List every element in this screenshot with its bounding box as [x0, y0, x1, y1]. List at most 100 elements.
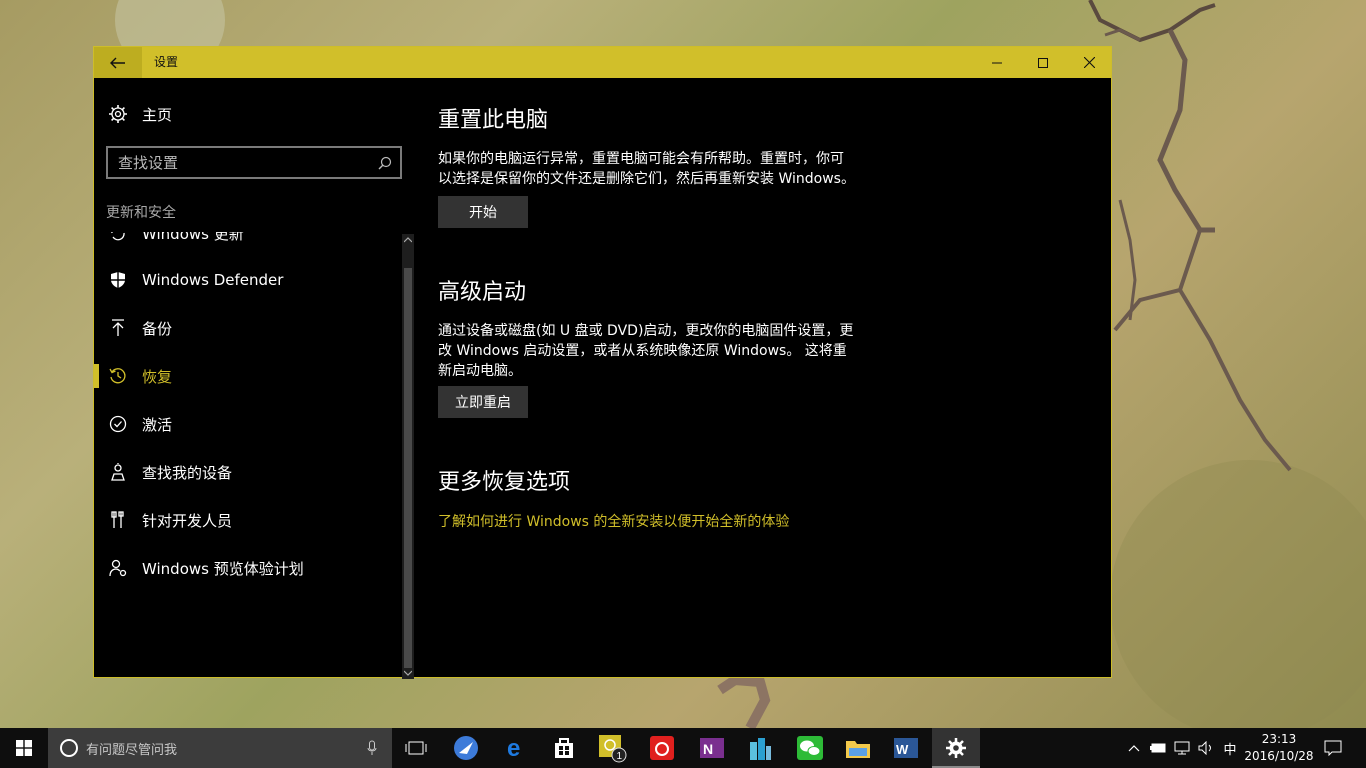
sidebar-item-label: 针对开发人员	[142, 511, 233, 530]
settings-icon	[946, 738, 966, 758]
advanced-startup-title: 高级启动	[438, 280, 527, 305]
taskbar-app-edge[interactable]: e	[492, 728, 540, 768]
speaker-icon	[1198, 741, 1211, 755]
advanced-startup-description: 通过设备或磁盘(如 U 盘或 DVD)启动，更改你的电脑固件设置，更 改 Win…	[438, 321, 888, 381]
task-view-button[interactable]	[392, 728, 440, 768]
reset-start-button[interactable]: 开始	[438, 196, 528, 228]
sidebar-item-find-my-device[interactable]: 查找我的设备	[94, 448, 402, 496]
sidebar-item-label: Windows 更新	[142, 232, 244, 243]
person-settings-icon	[108, 558, 128, 578]
restart-now-button[interactable]: 立即重启	[438, 386, 528, 418]
battery-icon	[1150, 743, 1166, 753]
volume-indicator[interactable]	[1196, 728, 1216, 768]
check-circle-icon	[108, 414, 128, 434]
clock[interactable]: 23:13 2016/10/28	[1238, 731, 1320, 765]
city-app-icon	[750, 738, 771, 760]
section-label: 更新和安全	[106, 205, 176, 221]
reset-title: 重置此电脑	[438, 108, 549, 133]
qq-badge: 1	[617, 751, 623, 762]
netease-music-icon	[650, 736, 674, 760]
sidebar-item-label: 备份	[142, 319, 173, 338]
sidebar-item-label: 恢复	[142, 367, 173, 386]
taskbar-search[interactable]: 有问题尽管问我	[48, 728, 392, 768]
notification-icon	[1324, 740, 1342, 756]
sidebar-item-label: Windows 预览体验计划	[142, 559, 304, 578]
start-button[interactable]	[0, 728, 48, 768]
reset-description-line2: 以选择是保留你的文件还是删除它们，然后再重新安装 Windows。	[438, 171, 855, 187]
battery-indicator[interactable]	[1148, 728, 1168, 768]
sidebar: 主页 更新和安全 Windows 更新 Windows Defender	[94, 78, 414, 677]
taskbar-app-store[interactable]	[540, 728, 588, 768]
clock-date: 2016/10/28	[1244, 749, 1314, 763]
window-title: 设置	[154, 55, 179, 69]
more-options-title: 更多恢复选项	[438, 470, 571, 495]
settings-window: 设置 主页 更新和安全	[93, 46, 1112, 679]
developer-tools-icon	[108, 510, 128, 530]
fresh-install-link[interactable]: 了解如何进行 Windows 的全新安装以便开始全新的体验	[438, 511, 789, 531]
svg-text:N: N	[703, 741, 713, 757]
file-explorer-icon	[846, 741, 870, 758]
sidebar-item-for-developers[interactable]: 针对开发人员	[94, 496, 402, 544]
search-icon[interactable]	[370, 156, 400, 170]
ime-indicator[interactable]: 中	[1220, 728, 1240, 768]
taskbar-app-onenote[interactable]: N	[688, 728, 736, 768]
sidebar-item-windows-defender[interactable]: Windows Defender	[94, 256, 402, 304]
microphone-icon[interactable]	[352, 740, 392, 756]
person-location-icon	[108, 462, 128, 482]
upload-arrow-icon	[108, 318, 128, 338]
minimize-icon	[992, 62, 1002, 63]
taskbar-app-word[interactable]: W	[882, 728, 930, 768]
reset-description-line1: 如果你的电脑运行异常，重置电脑可能会有所帮助。重置时，你可	[438, 151, 844, 167]
cortana-icon	[60, 739, 78, 757]
settings-search[interactable]	[106, 146, 402, 179]
advanced-description-line2: 改 Windows 启动设置，或者从系统映像还原 Windows。 这将重	[438, 343, 847, 359]
minimize-button[interactable]	[974, 47, 1020, 78]
sidebar-item-windows-update[interactable]: Windows 更新	[94, 232, 402, 257]
scroll-down-icon[interactable]	[402, 667, 414, 679]
title-bar[interactable]: 设置	[94, 47, 1111, 78]
nav-list: Windows 更新 Windows Defender 备份 恢复 激活 查找我…	[94, 232, 402, 677]
search-input[interactable]	[108, 148, 370, 177]
advanced-description-line1: 通过设备或磁盘(如 U 盘或 DVD)启动，更改你的电脑固件设置，更	[438, 323, 854, 339]
action-center-button[interactable]	[1320, 728, 1346, 768]
home-label: 主页	[142, 105, 173, 124]
close-button[interactable]	[1066, 47, 1112, 78]
taskbar-search-placeholder: 有问题尽管问我	[86, 742, 178, 758]
network-indicator[interactable]	[1172, 728, 1192, 768]
network-icon	[1174, 741, 1190, 755]
scroll-up-icon[interactable]	[402, 234, 414, 246]
arrow-left-icon	[110, 57, 125, 68]
qq-icon: 1	[599, 735, 627, 763]
taskbar-app-wechat[interactable]	[786, 728, 834, 768]
back-button[interactable]	[94, 47, 142, 78]
windows-logo-icon	[16, 740, 32, 756]
taskbar-app-netease-music[interactable]	[638, 728, 686, 768]
taskbar-app-browser[interactable]	[442, 728, 490, 768]
gear-icon	[109, 105, 127, 123]
maximize-button[interactable]	[1020, 47, 1066, 78]
wechat-icon	[797, 736, 823, 760]
selection-indicator	[94, 364, 99, 388]
sidebar-item-insider-program[interactable]: Windows 预览体验计划	[94, 544, 402, 592]
sidebar-item-label: 查找我的设备	[142, 463, 233, 482]
sidebar-scrollbar[interactable]	[402, 234, 414, 679]
history-icon	[108, 366, 128, 386]
maximize-icon	[1038, 57, 1048, 68]
sidebar-item-activation[interactable]: 激活	[94, 400, 402, 448]
taskbar: 有问题尽管问我 e 1 N W 中 23:13 2016/10/28	[0, 728, 1366, 768]
taskbar-app-qq[interactable]: 1	[588, 728, 636, 768]
store-icon	[555, 738, 573, 758]
svg-text:e: e	[507, 736, 520, 760]
sidebar-item-backup[interactable]: 备份	[94, 304, 402, 352]
scroll-thumb[interactable]	[404, 268, 412, 668]
home-link[interactable]: 主页	[108, 102, 172, 126]
sidebar-item-recovery[interactable]: 恢复	[94, 352, 402, 400]
taskbar-app-settings[interactable]	[932, 728, 980, 768]
sidebar-item-label: 激活	[142, 415, 173, 434]
taskbar-app-city[interactable]	[736, 728, 784, 768]
task-view-icon	[405, 741, 427, 755]
main-content: 重置此电脑 如果你的电脑运行异常，重置电脑可能会有所帮助。重置时，你可 以选择是…	[438, 78, 1098, 677]
sidebar-item-label: Windows Defender	[142, 271, 284, 289]
taskbar-app-file-explorer[interactable]	[834, 728, 882, 768]
show-hidden-icons[interactable]	[1124, 728, 1144, 768]
